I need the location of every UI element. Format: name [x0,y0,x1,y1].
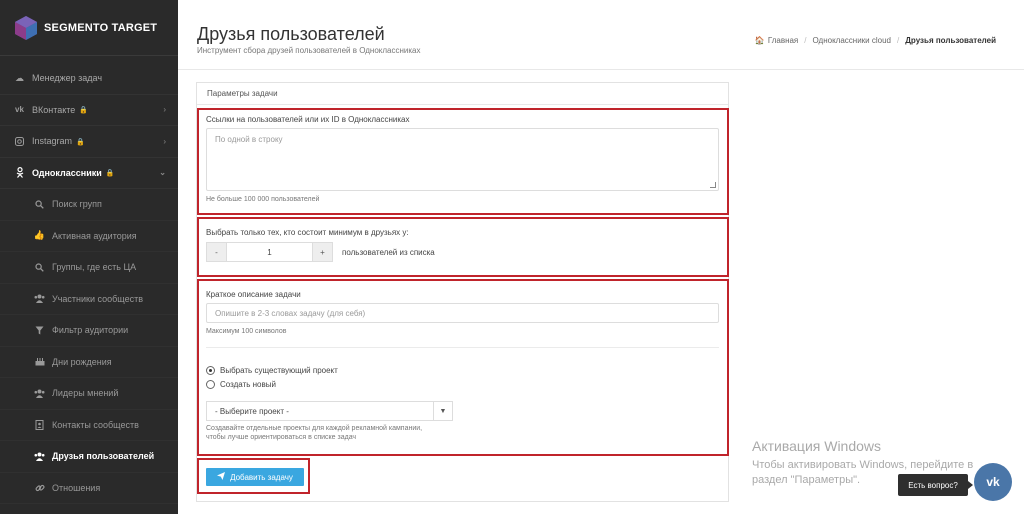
sidebar-item-task-manager[interactable]: ☁ Менеджер задач [0,63,178,95]
sidebar-item-user-friends[interactable]: Друзья пользователей [0,441,178,473]
section-divider [206,347,719,348]
panel-title: Параметры задачи [207,89,278,98]
page-subtitle: Инструмент сбора друзей пользователей в … [197,46,421,55]
sidebar-nav: ☁ Менеджер задач vk ВКонтакте 🔒 › Instag… [0,63,178,504]
users-icon [34,293,45,304]
chevron-down-icon: ▼ [433,402,452,420]
radio-unchecked-icon [206,380,215,389]
sidebar-item-label: Активная аудитория [52,230,137,241]
description-label: Краткое описание задачи [206,290,301,299]
sidebar-item-group-search[interactable]: Поиск групп [0,189,178,221]
sidebar-item-birthdays[interactable]: Дни рождения [0,347,178,378]
cloud-icon: ☁ [15,72,24,83]
instagram-icon [14,136,25,147]
sidebar-item-community-contacts[interactable]: Контакты сообществ [0,410,178,441]
sidebar-item-community-members[interactable]: Участники сообществ [0,284,178,315]
radio-label: Создать новый [220,380,276,389]
page-header: Друзья пользователей Инструмент сбора др… [178,0,1024,70]
chat-question-bubble[interactable]: Есть вопрос? [898,474,973,496]
sidebar-item-vkontakte[interactable]: vk ВКонтакте 🔒 › [0,95,178,126]
chevron-right-icon: › [163,136,166,146]
radio-checked-icon [206,366,215,375]
project-select-value: - Выберите проект - [215,407,289,416]
address-book-icon [34,419,45,430]
sidebar-item-label: Контакты сообществ [52,419,139,430]
thumbs-up-icon: 👍 [33,230,46,241]
add-task-button[interactable]: Добавить задачу [206,468,304,486]
sidebar-item-label: Менеджер задач [32,73,103,84]
add-task-label: Добавить задачу [230,472,293,482]
lock-icon: 🔒 [105,170,115,178]
links-label: Ссылки на пользователей или их ID в Одно… [206,115,410,124]
sidebar-item-label: Фильтр аудитории [52,325,129,336]
radio-existing-project[interactable]: Выбрать существующий проект [206,366,338,375]
project-hint-line2: чтобы лучше ориентироваться в списке зад… [206,434,357,441]
increment-button[interactable]: + [312,242,333,262]
breadcrumb-section[interactable]: Одноклассники cloud [813,36,892,45]
sidebar-item-instagram[interactable]: Instagram 🔒 › [0,126,178,158]
sidebar-item-groups-with-ta[interactable]: Группы, где есть ЦА [0,252,178,284]
sidebar: SEGMENTO TARGET ☁ Менеджер задач vk ВКон… [0,0,178,514]
sidebar-item-label: Instagram [32,136,73,147]
breadcrumb-separator: / [897,36,900,45]
logo-hexagon-icon [15,15,37,40]
chevron-right-icon: › [163,105,166,115]
radio-new-project[interactable]: Создать новый [206,380,276,389]
page-title: Друзья пользователей [197,24,385,44]
links-placeholder: По одной в строку [215,135,283,144]
breadcrumb-home[interactable]: Главная [768,36,798,45]
breadcrumb-current: Друзья пользователей [905,36,996,45]
sidebar-item-label: Лидеры мнений [52,388,119,399]
filter-icon [34,325,45,336]
links-hint: Не больше 100 000 пользователей [206,196,320,203]
min-friends-suffix: пользователей из списка [342,248,435,257]
search-icon [34,199,45,210]
users-icon [34,388,45,399]
chevron-down-icon: ⌄ [159,168,166,178]
sidebar-item-odnoklassniki[interactable]: Одноклассники 🔒 ⌄ [0,158,178,189]
sidebar-item-label: Участники сообществ [52,293,143,304]
breadcrumb: 🏠 Главная / Одноклассники cloud / Друзья… [755,36,996,45]
sidebar-item-label: Группы, где есть ЦА [52,262,137,273]
vk-icon: vk [15,105,24,115]
search-icon [34,262,45,273]
sidebar-item-label: Отношения [52,482,101,493]
links-textarea[interactable]: По одной в строку [206,128,719,191]
sidebar-item-label: Друзья пользователей [52,451,155,462]
logo[interactable]: SEGMENTO TARGET [0,0,178,56]
radio-label: Выбрать существующий проект [220,366,338,375]
sidebar-item-audience-filter[interactable]: Фильтр аудитории [0,315,178,347]
description-hint: Максимум 100 символов [206,328,287,335]
sidebar-item-label: ВКонтакте [32,104,76,115]
sidebar-item-label: Дни рождения [52,356,112,367]
paper-plane-icon [217,472,226,482]
odnoklassniki-icon [14,167,25,179]
windows-activation-line1: Чтобы активировать Windows, перейдите в [752,459,974,471]
sidebar-item-active-audience[interactable]: 👍 Активная аудитория [0,221,178,252]
windows-activation-title: Активация Windows [752,438,882,454]
users-icon [34,451,45,462]
decrement-button[interactable]: - [206,242,227,262]
project-hint-line1: Создавайте отдельные проекты для каждой … [206,425,423,432]
min-friends-input[interactable]: 1 [227,242,312,262]
breadcrumb-separator: / [804,36,807,45]
resize-grip-icon[interactable] [710,182,716,188]
min-friends-label: Выбрать только тех, кто состоит минимум … [206,228,409,237]
sidebar-item-relations[interactable]: Отношения [0,473,178,504]
vk-chat-button[interactable]: vk [974,463,1012,501]
description-placeholder: Опишите в 2-3 словах задачу (для себя) [215,309,366,318]
sidebar-item-opinion-leaders[interactable]: Лидеры мнений [0,378,178,410]
home-icon: 🏠 [754,36,765,45]
birthday-cake-icon [34,356,45,367]
panel-divider [197,104,728,105]
min-friends-stepper: - 1 + [206,242,333,262]
description-input[interactable]: Опишите в 2-3 словах задачу (для себя) [206,303,719,323]
sidebar-item-label: Поиск групп [52,199,102,210]
project-select[interactable]: - Выберите проект - ▼ [206,401,453,421]
sidebar-item-label: Одноклассники [32,167,102,178]
lock-icon: 🔒 [76,138,85,146]
lock-icon: 🔒 [79,107,89,115]
logo-text: SEGMENTO TARGET [44,21,158,34]
link-icon [34,482,45,493]
